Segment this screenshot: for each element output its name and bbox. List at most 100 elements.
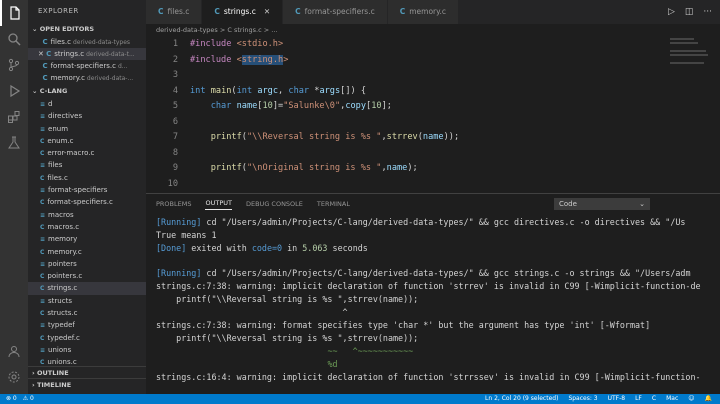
tree-item[interactable]: Ctypedef.c bbox=[28, 332, 146, 344]
output-log[interactable]: [Running] cd "/Users/admin/Projects/C-la… bbox=[156, 216, 720, 384]
code-line[interactable]: 9 printf("\nOriginal string is %s ",name… bbox=[146, 161, 720, 177]
close-icon[interactable]: ✕ bbox=[264, 7, 270, 16]
open-editor-item[interactable]: Cmemory.c derived-data-... bbox=[28, 72, 146, 84]
run-code-icon[interactable]: ▷ bbox=[668, 7, 675, 17]
tree-item[interactable]: ≡ files bbox=[28, 159, 146, 171]
testing-icon[interactable] bbox=[0, 130, 28, 156]
code-line[interactable]: 6 bbox=[146, 115, 720, 131]
tree-item-label: macros bbox=[48, 210, 74, 219]
output-line: printf("\\Reversal string is %s ",strrev… bbox=[156, 294, 419, 304]
explorer-icon[interactable] bbox=[0, 0, 28, 26]
code-line[interactable]: 5 char name[10]="Salunke\0",copy[10]; bbox=[146, 99, 720, 115]
tab-format-specifiers-c[interactable]: Cformat-specifiers.c bbox=[283, 0, 388, 24]
split-editor-icon[interactable]: ◫ bbox=[685, 7, 694, 17]
open-editors-list: Cfiles.c derived-data-types ✕ Cstrings.c de… bbox=[28, 36, 146, 84]
tree-item[interactable]: ≡ d bbox=[28, 98, 146, 110]
c-file-icon: C bbox=[40, 248, 45, 256]
status-item[interactable]: ☺ bbox=[688, 394, 694, 404]
timeline-header[interactable]: › TIMELINE bbox=[28, 378, 146, 390]
file-icon: ≡ bbox=[40, 125, 46, 133]
source-control-icon[interactable] bbox=[0, 52, 28, 78]
status-item[interactable]: C bbox=[652, 394, 656, 404]
status-item[interactable]: Spaces: 3 bbox=[568, 394, 597, 404]
tab-strings-c[interactable]: Cstrings.c ✕ bbox=[202, 0, 284, 24]
explorer-title: EXPLORER bbox=[38, 7, 79, 15]
tree-item[interactable]: ≡ format-specifiers bbox=[28, 184, 146, 196]
code-line[interactable]: 10 bbox=[146, 177, 720, 193]
minimap[interactable] bbox=[670, 38, 710, 78]
open-editor-item[interactable]: ✕ Cstrings.c derived-data-t... bbox=[28, 48, 146, 60]
status-problems-item[interactable]: ⊗ 0 bbox=[6, 394, 17, 404]
outline-header[interactable]: › OUTLINE bbox=[28, 366, 146, 378]
tree-item[interactable]: Cstructs.c bbox=[28, 307, 146, 319]
tree-item[interactable]: ≡ enum bbox=[28, 123, 146, 135]
tree-item[interactable]: ≡ memory bbox=[28, 233, 146, 245]
status-item[interactable]: Ln 2, Col 20 (9 selected) bbox=[485, 394, 558, 404]
code-line[interactable]: 8 bbox=[146, 146, 720, 162]
open-editor-item[interactable]: Cformat-specifiers.c d... bbox=[28, 60, 146, 72]
tree-item-label: format-specifiers.c bbox=[47, 198, 113, 207]
line-content: #include <string.h> bbox=[190, 54, 289, 65]
open-editor-path: derived-data-types bbox=[72, 39, 131, 46]
output-line: True means 1 bbox=[156, 230, 217, 240]
tree-item-label: strings.c bbox=[47, 284, 78, 293]
code-editor[interactable]: 1 #include <stdio.h> 2 #include <string.h> 3… bbox=[146, 37, 720, 220]
tree-item[interactable]: ≡ pointers bbox=[28, 258, 146, 270]
tree-item-label: unions bbox=[48, 345, 72, 354]
c-file-icon: C bbox=[40, 285, 45, 293]
tab-files-c[interactable]: Cfiles.c bbox=[146, 0, 203, 24]
tree-item[interactable]: Cpointers.c bbox=[28, 270, 146, 282]
line-content: printf("\nOriginal string is %s ",name); bbox=[210, 163, 418, 173]
run-debug-icon[interactable] bbox=[0, 78, 28, 104]
code-line[interactable]: 3 bbox=[146, 68, 720, 84]
search-icon[interactable] bbox=[0, 26, 28, 52]
close-icon[interactable]: ✕ bbox=[38, 50, 46, 58]
panel-tab-terminal[interactable]: TERMINAL bbox=[317, 200, 350, 208]
status-item[interactable]: LF bbox=[635, 394, 642, 404]
tab-memory-c[interactable]: Cmemory.c bbox=[387, 0, 459, 24]
tree-item[interactable]: Cmacros.c bbox=[28, 221, 146, 233]
tree-item-label: enum bbox=[48, 124, 69, 133]
extensions-icon[interactable] bbox=[0, 104, 28, 130]
code-line[interactable]: 1 #include <stdio.h> bbox=[146, 37, 720, 53]
tree-item[interactable]: ≡ typedef bbox=[28, 319, 146, 331]
open-editors-label: OPEN EDITORS bbox=[39, 25, 95, 33]
tree-item[interactable]: Cmemory.c bbox=[28, 246, 146, 258]
status-item[interactable]: Mac bbox=[666, 394, 678, 404]
tree-item-label: error-macro.c bbox=[47, 149, 95, 158]
tree-item-label: macros.c bbox=[47, 222, 80, 231]
tree-item[interactable]: Cenum.c bbox=[28, 135, 146, 147]
open-editor-name: strings.c bbox=[54, 50, 85, 58]
tree-item[interactable]: ≡ structs bbox=[28, 295, 146, 307]
open-editor-item[interactable]: Cfiles.c derived-data-types bbox=[28, 36, 146, 48]
file-icon: ≡ bbox=[40, 346, 46, 354]
file-icon: ≡ bbox=[40, 101, 46, 108]
status-item[interactable]: UTF-8 bbox=[608, 394, 626, 404]
panel-tab-output[interactable]: OUTPUT bbox=[205, 199, 232, 210]
panel-tab-problems[interactable]: PROBLEMS bbox=[156, 200, 191, 208]
tree-item[interactable]: ≡ directives bbox=[28, 110, 146, 122]
open-editor-name: files.c bbox=[50, 38, 71, 46]
file-icon: ≡ bbox=[40, 236, 46, 244]
status-item[interactable]: 🔔 bbox=[705, 394, 712, 404]
open-editors-header[interactable]: ⌄ OPEN EDITORS bbox=[28, 22, 146, 36]
code-line[interactable]: 7 printf("\\Reversal string is %s ",strr… bbox=[146, 130, 720, 146]
code-line[interactable]: 2 #include <string.h> bbox=[146, 53, 720, 69]
project-header[interactable]: ⌄ C-LANG bbox=[28, 84, 146, 98]
tree-item[interactable]: Cformat-specifiers.c bbox=[28, 196, 146, 208]
line-content: printf("\\Reversal string is %s ",strrev… bbox=[210, 132, 460, 142]
more-actions-icon[interactable]: ··· bbox=[703, 7, 712, 17]
code-line[interactable]: 4 int main(int argc, char *args[]) { bbox=[146, 84, 720, 100]
tree-item[interactable]: Cstrings.c bbox=[28, 282, 146, 295]
account-icon[interactable] bbox=[0, 338, 28, 364]
output-channel-select[interactable]: Code ⌄ bbox=[554, 198, 650, 210]
breadcrumb[interactable]: derived-data-types > C strings.c > ... bbox=[146, 24, 720, 37]
tree-item[interactable]: ≡ macros bbox=[28, 209, 146, 221]
tree-item[interactable]: Cfiles.c bbox=[28, 172, 146, 184]
status-problems-item[interactable]: ⚠ 0 bbox=[23, 394, 34, 404]
tree-item[interactable]: ≡ unions bbox=[28, 344, 146, 356]
tree-item[interactable]: Cerror-macro.c bbox=[28, 147, 146, 159]
file-icon: ≡ bbox=[40, 260, 46, 268]
settings-gear-icon[interactable] bbox=[0, 364, 28, 390]
panel-tab-debug-console[interactable]: DEBUG CONSOLE bbox=[246, 200, 303, 208]
